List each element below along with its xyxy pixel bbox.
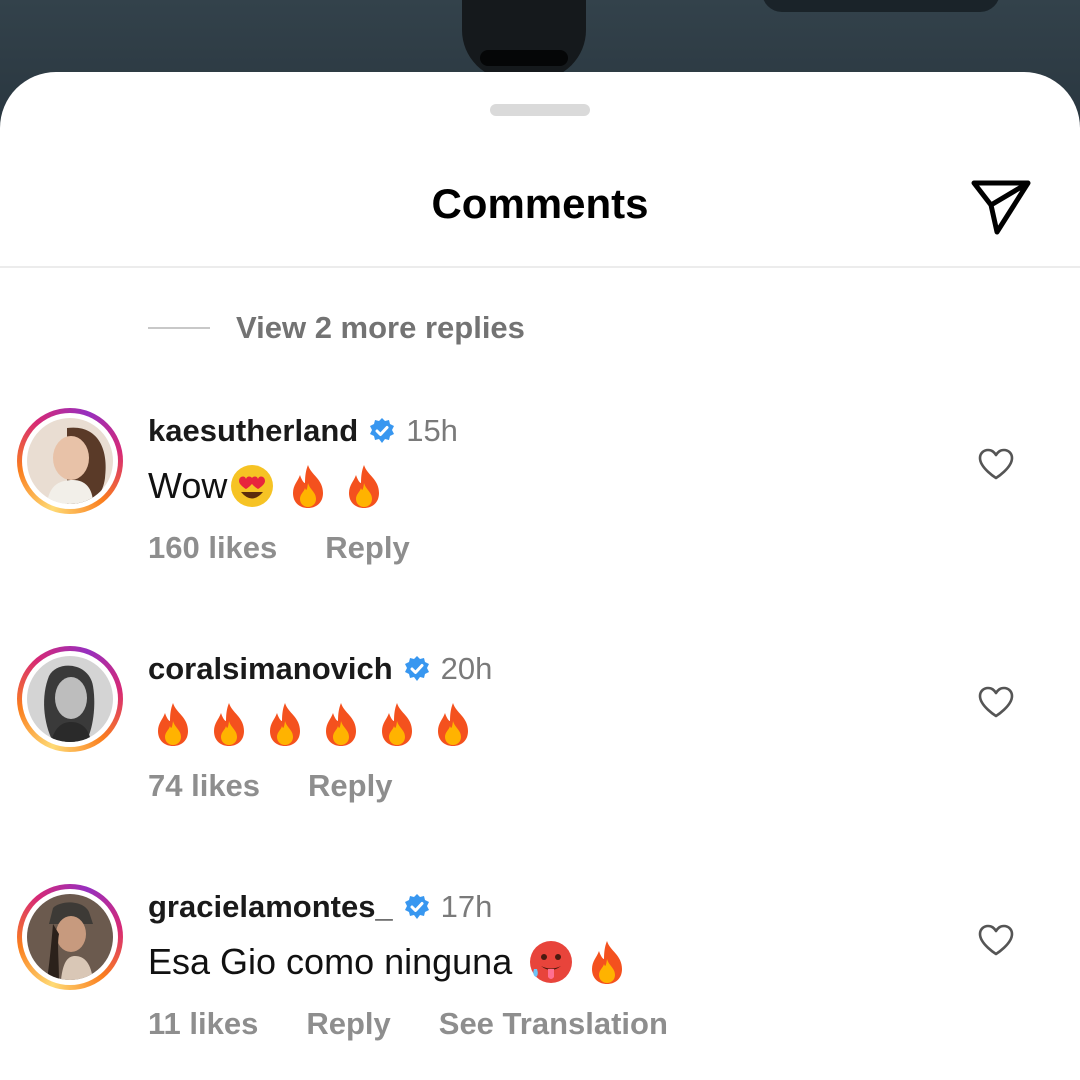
avatar <box>27 656 113 742</box>
comment-body: Esa Gio como ninguna <box>148 941 513 982</box>
view-more-replies-button[interactable]: View 2 more replies <box>148 308 525 348</box>
comment-text: Wow <box>148 458 387 514</box>
heart-icon <box>978 686 1014 718</box>
heart-icon <box>978 448 1014 480</box>
comment-timestamp: 20h <box>440 651 493 686</box>
likes-count[interactable]: 160 likes <box>148 530 277 566</box>
comment-actions: 74 likes Reply <box>148 764 392 808</box>
comment-body: Wow <box>148 465 228 506</box>
like-comment-button[interactable] <box>976 682 1016 722</box>
fire-emoji <box>150 701 196 747</box>
comment-item: gracielamontes_ 17h Esa Gio como ninguna… <box>0 884 1080 1080</box>
comments-sheet: Comments View 2 more replies kaesutherla… <box>0 72 1080 1080</box>
comment-text: Esa Gio como ninguna <box>148 934 630 990</box>
avatar <box>27 418 113 504</box>
share-button[interactable] <box>966 174 1036 240</box>
verified-badge-icon <box>368 417 396 445</box>
comment-meta: kaesutherland 15h <box>148 410 458 452</box>
verified-badge-icon <box>403 655 431 683</box>
comment-meta: gracielamontes_ 17h <box>148 886 492 928</box>
comment-username[interactable]: coralsimanovich <box>148 651 393 687</box>
comment-item: kaesutherland 15h Wow 160 likes Reply <box>0 408 1080 608</box>
replies-line <box>148 327 210 329</box>
reply-button[interactable]: Reply <box>306 1006 390 1042</box>
sunglasses-shape <box>480 50 568 66</box>
fire-emoji <box>285 463 331 509</box>
paper-plane-icon <box>971 180 1031 235</box>
see-translation-button[interactable]: See Translation <box>439 1006 668 1042</box>
post-image-person <box>462 0 586 80</box>
verified-badge-icon <box>403 893 431 921</box>
fire-emoji <box>206 701 252 747</box>
comment-timestamp: 17h <box>440 889 493 924</box>
comment-text <box>148 696 476 752</box>
avatar-story-ring[interactable] <box>17 646 123 752</box>
view-replies-label: View 2 more replies <box>236 310 525 345</box>
like-comment-button[interactable] <box>976 920 1016 960</box>
drag-handle[interactable] <box>490 104 590 116</box>
comment-actions: 160 likes Reply <box>148 526 410 570</box>
comment-item: coralsimanovich 20h 74 likes Reply <box>0 646 1080 846</box>
fire-emoji <box>584 939 630 985</box>
comment-meta: coralsimanovich 20h <box>148 648 492 690</box>
reply-button[interactable]: Reply <box>325 530 409 566</box>
post-overlay-pill <box>762 0 1000 12</box>
avatar-story-ring[interactable] <box>17 408 123 514</box>
header-divider <box>0 266 1080 268</box>
heart-icon <box>978 924 1014 956</box>
avatar <box>27 894 113 980</box>
fire-emoji <box>318 701 364 747</box>
avatar-story-ring[interactable] <box>17 884 123 990</box>
likes-count[interactable]: 74 likes <box>148 768 260 804</box>
comment-actions: 11 likes Reply See Translation <box>148 1002 668 1046</box>
like-comment-button[interactable] <box>976 444 1016 484</box>
heart-eyes-emoji <box>229 463 275 509</box>
sheet-title: Comments <box>431 180 649 227</box>
fire-emoji <box>341 463 387 509</box>
reply-button[interactable]: Reply <box>308 768 392 804</box>
likes-count[interactable]: 11 likes <box>148 1006 258 1042</box>
hot-face-emoji <box>528 939 574 985</box>
comment-username[interactable]: gracielamontes_ <box>148 889 393 925</box>
fire-emoji <box>430 701 476 747</box>
fire-emoji <box>374 701 420 747</box>
fire-emoji <box>262 701 308 747</box>
comment-username[interactable]: kaesutherland <box>148 413 358 449</box>
comment-timestamp: 15h <box>406 413 458 448</box>
